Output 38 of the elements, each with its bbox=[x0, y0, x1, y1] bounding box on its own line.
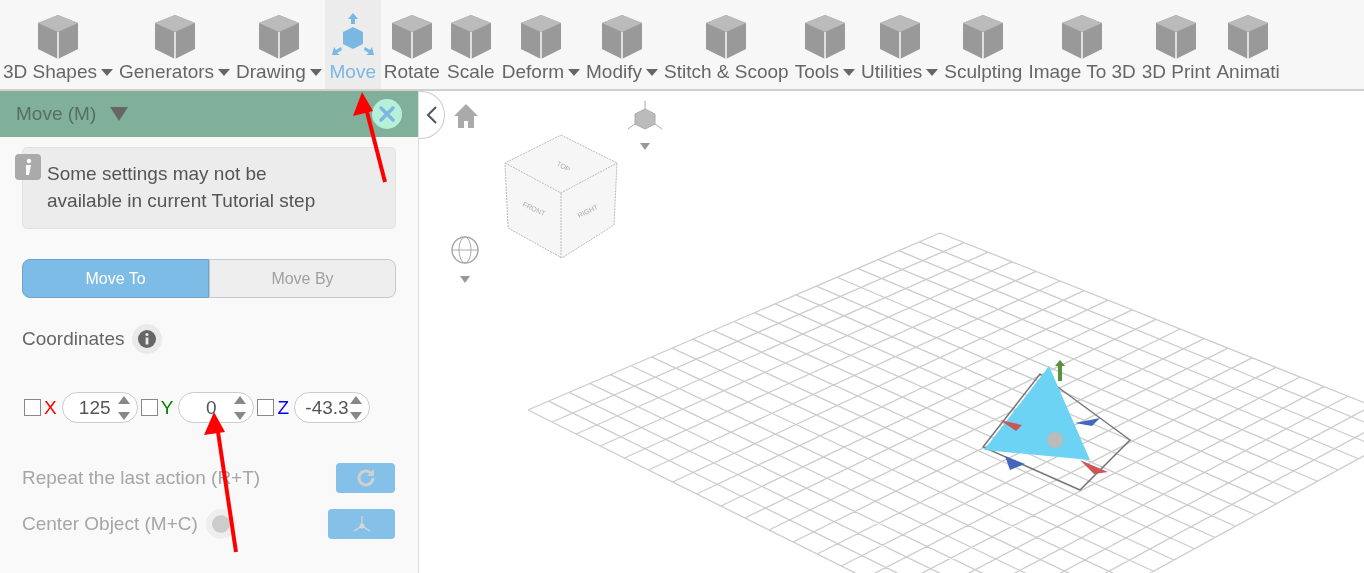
spinner-arrows-icon bbox=[116, 394, 131, 421]
axis-checkbox[interactable] bbox=[257, 399, 275, 416]
close-button[interactable] bbox=[372, 99, 402, 129]
toolbar-tool[interactable]: Drawing bbox=[233, 0, 325, 89]
number-field[interactable]: -43.3 bbox=[294, 392, 370, 423]
axis-label: Z bbox=[277, 396, 289, 419]
toolbar-tool[interactable]: Scale bbox=[442, 0, 499, 89]
toolbar-tool[interactable]: 3D Shapes bbox=[0, 0, 116, 89]
close-icon bbox=[379, 106, 395, 122]
spinner-arrows-icon bbox=[349, 394, 363, 421]
toolbar-tool[interactable]: Generators bbox=[116, 0, 234, 89]
notice-text: Some settings may not be available in current Tutorial step bbox=[47, 163, 316, 211]
chevron-left-icon bbox=[426, 105, 438, 125]
toolbar-tool[interactable]: 3D Print bbox=[1138, 0, 1214, 89]
toolbar-tool[interactable]: Deform bbox=[498, 0, 584, 89]
toolbar-tool[interactable]: Image To 3D bbox=[1025, 0, 1139, 89]
action-label: Center Object (M+C) bbox=[22, 513, 198, 535]
axis-label: Y bbox=[160, 396, 174, 419]
refresh-icon bbox=[354, 467, 377, 489]
toolbar-tool[interactable]: Utilities bbox=[858, 0, 942, 89]
toolbar-tool[interactable]: Animati bbox=[1213, 0, 1283, 89]
caret-icon[interactable] bbox=[110, 107, 129, 121]
toolbar-tool[interactable]: Stitch & Scoop bbox=[661, 0, 792, 89]
axis-checkbox[interactable] bbox=[140, 399, 158, 416]
home-icon[interactable] bbox=[453, 103, 479, 129]
toolbar-tool[interactable]: Rotate bbox=[380, 0, 443, 89]
toolbar-tool[interactable]: Modify bbox=[583, 0, 661, 89]
view-mode-icon[interactable] bbox=[628, 101, 662, 151]
axis-checkbox[interactable] bbox=[24, 399, 41, 416]
number-field[interactable]: 125 bbox=[61, 392, 138, 423]
number-field[interactable]: 0 bbox=[178, 392, 255, 423]
axis-label: X bbox=[44, 396, 57, 419]
coordinates-label: Coordinates bbox=[22, 328, 125, 350]
spinner-arrows-icon bbox=[233, 394, 248, 421]
selected-pyramid-drawing[interactable] bbox=[981, 360, 1132, 491]
panel-title: Move (M) bbox=[16, 103, 97, 125]
toolbar-tool[interactable]: Tools bbox=[791, 0, 858, 89]
toolbar-tool[interactable]: Sculpting bbox=[941, 0, 1026, 89]
